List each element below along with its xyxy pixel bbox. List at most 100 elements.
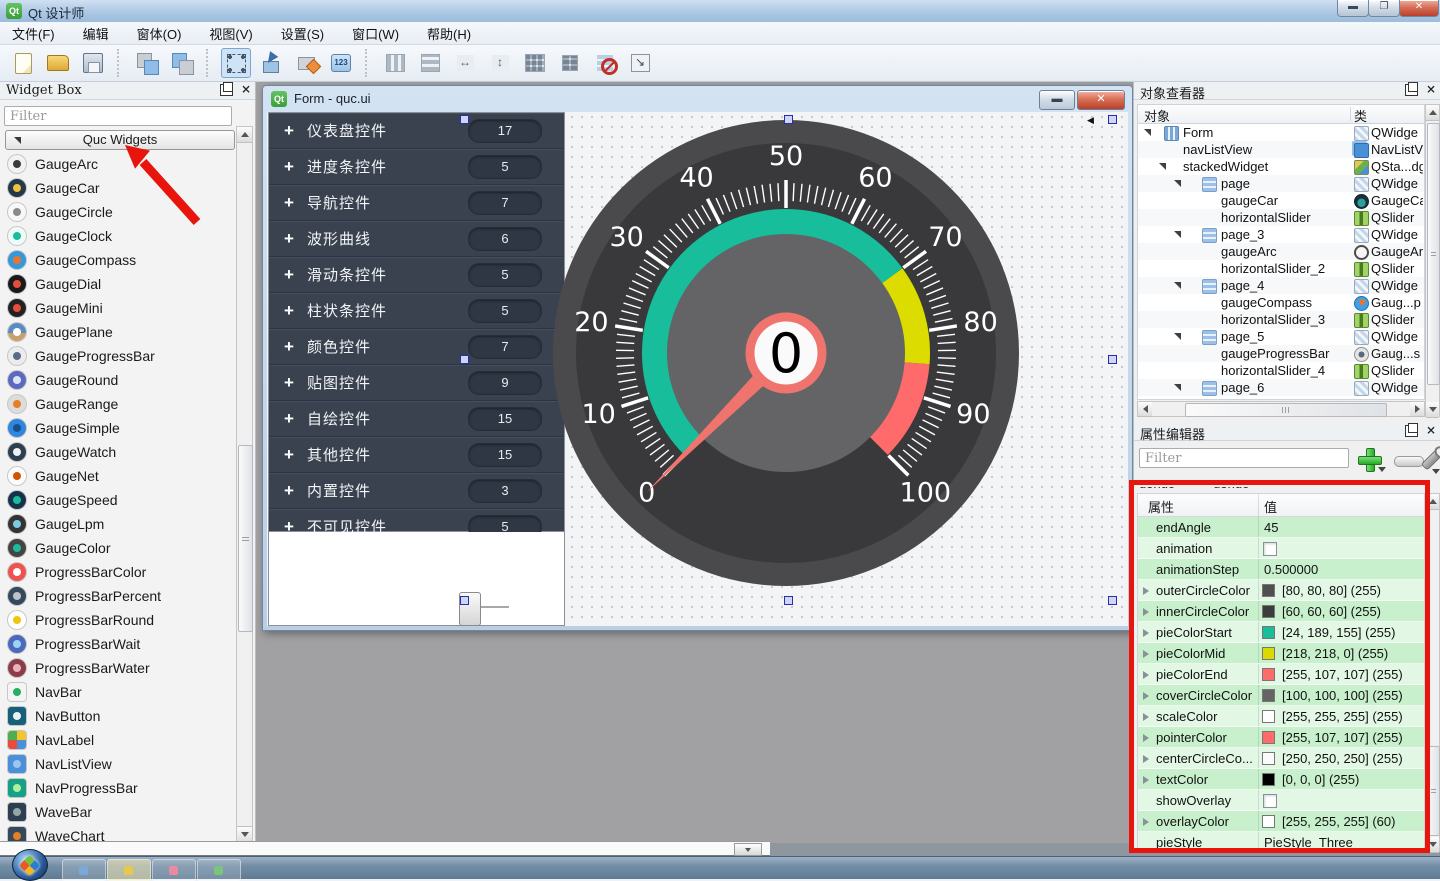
save-file-button[interactable] bbox=[78, 48, 108, 78]
property-filter-input[interactable] bbox=[1139, 448, 1349, 468]
property-value[interactable]: [250, 250, 250] (255) bbox=[1282, 751, 1403, 766]
chevron-down-icon[interactable] bbox=[1432, 469, 1440, 474]
property-grid-header[interactable]: 属性 值 bbox=[1138, 494, 1424, 517]
break-layout-button[interactable] bbox=[590, 48, 620, 78]
configure-button[interactable] bbox=[1394, 456, 1424, 467]
selection-handle[interactable] bbox=[784, 115, 793, 124]
tree-row-gaugeCompass[interactable]: gaugeCompassGaug...p bbox=[1138, 294, 1424, 311]
tree-row-horizontalSlider[interactable]: horizontalSliderQSlider bbox=[1138, 209, 1424, 226]
scroll-down-arrow[interactable] bbox=[1426, 837, 1439, 853]
close-panel-icon[interactable]: × bbox=[1426, 84, 1436, 96]
edit-tab-order-button[interactable]: 123 bbox=[326, 48, 356, 78]
property-value[interactable]: PieStyle_Three bbox=[1264, 835, 1353, 850]
scrollbar-thumb[interactable] bbox=[1185, 403, 1387, 417]
cascade-a-button[interactable] bbox=[132, 48, 162, 78]
tree-row-Form[interactable]: FormQWidge bbox=[1138, 124, 1424, 141]
column-value[interactable]: 值 bbox=[1264, 497, 1277, 516]
column-property[interactable]: 属性 bbox=[1148, 497, 1174, 516]
expander-icon[interactable] bbox=[1143, 818, 1149, 826]
property-value[interactable]: [255, 255, 255] (255) bbox=[1282, 709, 1403, 724]
property-row-pieColorStart[interactable]: pieColorStart[24, 189, 155] (255) bbox=[1138, 622, 1424, 643]
widget-item-GaugeClock[interactable]: GaugeClock bbox=[0, 224, 234, 248]
scroll-left-arrow[interactable] bbox=[1138, 402, 1152, 417]
widget-item-GaugeDial[interactable]: GaugeDial bbox=[0, 272, 234, 296]
color-swatch[interactable] bbox=[1262, 731, 1275, 744]
widget-item-GaugeCar[interactable]: GaugeCar bbox=[0, 176, 234, 200]
edit-widgets-button[interactable] bbox=[221, 48, 251, 78]
tree-row-horizontalSlider_2[interactable]: horizontalSlider_2QSlider bbox=[1138, 260, 1424, 277]
property-value[interactable]: [255, 255, 255] (60) bbox=[1282, 814, 1395, 829]
tree-row-page[interactable]: pageQWidge bbox=[1138, 175, 1424, 192]
close-panel-icon[interactable]: × bbox=[241, 84, 251, 96]
form-minimize-button[interactable]: ▬ bbox=[1039, 90, 1075, 110]
layout-form-button[interactable] bbox=[555, 48, 585, 78]
selection-handle[interactable] bbox=[460, 355, 469, 364]
selection-handle[interactable] bbox=[1108, 596, 1117, 605]
column-class[interactable]: 类 bbox=[1354, 106, 1367, 125]
scrollbar-thumb[interactable] bbox=[1427, 746, 1440, 836]
expander-icon[interactable] bbox=[1159, 163, 1166, 170]
scroll-up-arrow[interactable] bbox=[1426, 494, 1439, 510]
widget-item-ProgressBarColor[interactable]: ProgressBarColor bbox=[0, 560, 234, 584]
widget-item-GaugeNet[interactable]: GaugeNet bbox=[0, 464, 234, 488]
widget-item-NavBar[interactable]: NavBar bbox=[0, 680, 234, 704]
menu-帮助(H)[interactable]: 帮助(H) bbox=[425, 22, 473, 45]
property-row-overlayColor[interactable]: overlayColor[255, 255, 255] (60) bbox=[1138, 811, 1424, 832]
tree-row-page_3[interactable]: page_3QWidge bbox=[1138, 226, 1424, 243]
tree-row-gaugeProgressBar[interactable]: gaugeProgressBarGaug...s bbox=[1138, 345, 1424, 362]
selection-handle[interactable] bbox=[784, 596, 793, 605]
expander-icon[interactable] bbox=[1174, 231, 1181, 238]
tree-row-page_5[interactable]: page_5QWidge bbox=[1138, 328, 1424, 345]
widget-item-GaugeCompass[interactable]: GaugeCompass bbox=[0, 248, 234, 272]
expander-icon[interactable] bbox=[1174, 333, 1181, 340]
widget-item-GaugeArc[interactable]: GaugeArc bbox=[0, 152, 234, 176]
property-row-centerCircleCo[interactable]: centerCircleCo...[250, 250, 250] (255) bbox=[1138, 748, 1424, 769]
float-panel-icon[interactable] bbox=[220, 84, 233, 96]
menu-视图(V)[interactable]: 视图(V) bbox=[207, 22, 254, 45]
property-value[interactable]: [60, 60, 60] (255) bbox=[1282, 604, 1381, 619]
tree-row-gaugeArc[interactable]: gaugeArcGaugeAr bbox=[1138, 243, 1424, 260]
category-quc-widgets[interactable]: Quc Widgets bbox=[5, 130, 235, 150]
color-swatch[interactable] bbox=[1262, 626, 1275, 639]
object-inspector-hscrollbar[interactable] bbox=[1137, 401, 1425, 417]
color-swatch[interactable] bbox=[1262, 815, 1275, 828]
color-swatch[interactable] bbox=[1262, 689, 1275, 702]
property-value[interactable]: [255, 107, 107] (255) bbox=[1282, 730, 1403, 745]
stacked-widget-prev-arrow[interactable]: ◀ bbox=[1087, 115, 1094, 126]
expander-icon[interactable] bbox=[1174, 384, 1181, 391]
widget-item-ProgressBarWater[interactable]: ProgressBarWater bbox=[0, 656, 234, 680]
widget-item-WaveBar[interactable]: WaveBar bbox=[0, 800, 234, 824]
column-object[interactable]: 对象 bbox=[1144, 106, 1170, 125]
property-editor-vscrollbar[interactable] bbox=[1425, 493, 1440, 852]
object-inspector-vscrollbar[interactable] bbox=[1425, 104, 1440, 417]
splitter-horizontal-button[interactable]: ↔ bbox=[450, 48, 480, 78]
color-swatch[interactable] bbox=[1262, 773, 1275, 786]
new-file-button[interactable] bbox=[8, 48, 38, 78]
close-button[interactable]: ✕ bbox=[1399, 0, 1439, 17]
tree-row-gaugeCar[interactable]: gaugeCarGaugeCa bbox=[1138, 192, 1424, 209]
menu-窗口(W)[interactable]: 窗口(W) bbox=[350, 22, 401, 45]
widget-item-ProgressBarPercent[interactable]: ProgressBarPercent bbox=[0, 584, 234, 608]
splitter-vertical-button[interactable]: ↕ bbox=[485, 48, 515, 78]
expander-icon[interactable] bbox=[1174, 180, 1181, 187]
scroll-up-arrow[interactable] bbox=[1426, 105, 1439, 121]
adjust-size-button[interactable]: ↘ bbox=[625, 48, 655, 78]
restore-button[interactable]: ❐ bbox=[1368, 0, 1400, 17]
expander-icon[interactable] bbox=[1143, 692, 1149, 700]
expander-icon[interactable] bbox=[1143, 776, 1149, 784]
widget-item-GaugeRange[interactable]: GaugeRange bbox=[0, 392, 234, 416]
combo-dropdown-button[interactable] bbox=[734, 843, 762, 856]
expander-icon[interactable] bbox=[1143, 755, 1149, 763]
layout-vertical-button[interactable] bbox=[415, 48, 445, 78]
property-value[interactable]: 0.500000 bbox=[1264, 562, 1318, 577]
widget-item-GaugeSimple[interactable]: GaugeSimple bbox=[0, 416, 234, 440]
form-window[interactable]: Qt Form - quc.ui ▬ ✕ +仪表盘控件17+进度条控件5+导航控… bbox=[262, 85, 1133, 631]
property-row-textColor[interactable]: textColor[0, 0, 0] (255) bbox=[1138, 769, 1424, 790]
widget-item-GaugeCircle[interactable]: GaugeCircle bbox=[0, 200, 234, 224]
color-swatch[interactable] bbox=[1262, 668, 1275, 681]
expander-icon[interactable] bbox=[1143, 650, 1149, 658]
expander-icon[interactable] bbox=[1143, 629, 1149, 637]
selection-handle[interactable] bbox=[460, 115, 469, 124]
tree-row-page_4[interactable]: page_4QWidge bbox=[1138, 277, 1424, 294]
scroll-right-arrow[interactable] bbox=[1410, 402, 1424, 417]
